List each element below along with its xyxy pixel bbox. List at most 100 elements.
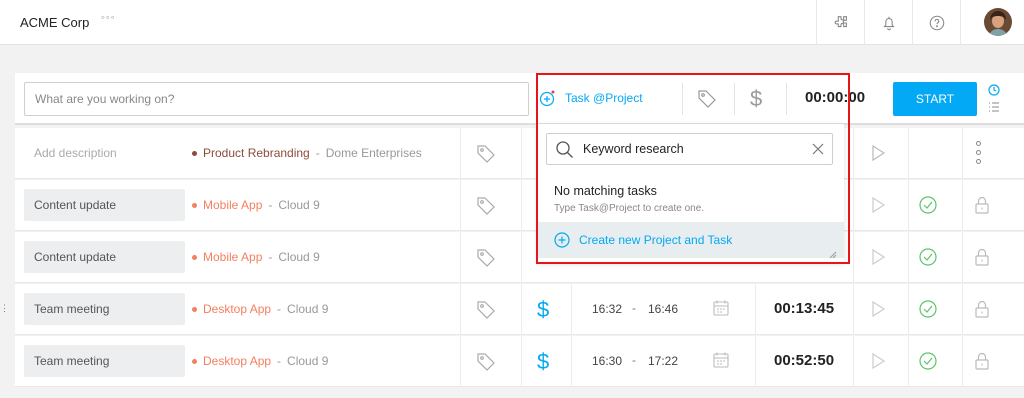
client-separator: - [268, 250, 273, 264]
divider [460, 336, 461, 387]
entry-duration[interactable]: 00:13:45 [774, 300, 834, 317]
date-picker-button[interactable] [712, 351, 730, 369]
start-button[interactable]: START [893, 82, 977, 116]
play-icon [872, 144, 886, 162]
lock-button[interactable] [973, 247, 991, 272]
lock-button[interactable] [973, 195, 991, 220]
divider [460, 232, 461, 283]
client-separator: - [277, 354, 282, 368]
billable-button[interactable]: $ [750, 86, 762, 112]
divider [682, 83, 683, 115]
entry-project[interactable]: Desktop App - Cloud 9 [192, 354, 328, 368]
entry-project[interactable]: Mobile App - Cloud 9 [192, 250, 320, 264]
tag-icon [477, 249, 495, 267]
workspace-name[interactable]: ACME Corp [20, 15, 89, 30]
divider [962, 180, 963, 231]
continue-button[interactable] [870, 248, 886, 271]
entry-project[interactable]: Desktop App - Cloud 9 [192, 302, 328, 316]
start-time[interactable]: 16:32 [592, 302, 622, 316]
sidebar-handle-icon[interactable]: ⋮ [0, 303, 9, 317]
time-separator: - [632, 301, 636, 315]
help-icon [929, 15, 944, 30]
check-circle-icon [919, 352, 937, 370]
billable-button[interactable]: $ [537, 297, 549, 323]
list-icon [989, 102, 999, 112]
close-icon[interactable] [811, 142, 825, 156]
end-time[interactable]: 17:22 [648, 354, 678, 368]
divider [786, 83, 787, 115]
entry-tag-button[interactable] [475, 299, 497, 321]
avatar[interactable] [984, 8, 1012, 36]
entry-tag-button[interactable] [475, 351, 497, 373]
tag-icon [477, 353, 495, 371]
no-match-hint: Type Task@Project to create one. [554, 203, 705, 214]
notifications-button[interactable] [864, 0, 912, 45]
description-input[interactable] [24, 82, 529, 116]
end-time[interactable]: 16:46 [648, 302, 678, 316]
lock-button[interactable] [973, 299, 991, 324]
continue-button[interactable] [870, 144, 886, 167]
approved-status[interactable] [918, 299, 938, 324]
add-project-icon [539, 90, 555, 107]
time-entry-row[interactable]: Team meeting Desktop App - Cloud 9 $ 16:… [15, 284, 1024, 335]
help-button[interactable] [912, 0, 960, 45]
time-entry-row[interactable]: Content update Mobile App - Cloud 9 [15, 180, 1024, 231]
divider [853, 336, 854, 387]
entry-description[interactable]: Team meeting [24, 345, 185, 377]
entry-tag-button[interactable] [475, 247, 497, 269]
continue-button[interactable] [870, 196, 886, 219]
project-color-dot [192, 306, 197, 312]
divider [908, 180, 909, 231]
divider [521, 180, 522, 231]
more-options-icon[interactable] [976, 141, 981, 164]
continue-button[interactable] [870, 352, 886, 375]
entry-tag-button[interactable] [475, 195, 497, 217]
tag-button[interactable] [696, 88, 718, 110]
approved-status[interactable] [918, 195, 938, 220]
entry-project[interactable]: Mobile App - Cloud 9 [192, 198, 320, 212]
integrations-button[interactable] [816, 0, 864, 45]
project-picker-button[interactable]: Task @Project [539, 89, 643, 107]
entry-description[interactable]: Team meeting [24, 293, 185, 325]
continue-button[interactable] [870, 300, 886, 323]
timer-mode-button[interactable] [988, 83, 1000, 101]
approved-status[interactable] [918, 247, 938, 272]
timer-display[interactable]: 00:00:00 [805, 89, 865, 106]
calendar-icon [713, 352, 729, 368]
entry-description[interactable]: Content update [24, 241, 185, 273]
create-project-task-button[interactable]: Create new Project and Task [538, 222, 844, 258]
entry-project[interactable]: Product Rebranding - Dome Enterprises [192, 146, 422, 160]
divider [521, 128, 522, 179]
play-icon [872, 352, 886, 370]
date-picker-button[interactable] [712, 299, 730, 317]
start-time[interactable]: 16:30 [592, 354, 622, 368]
client-separator: - [277, 302, 282, 316]
entry-tag-button[interactable] [475, 143, 497, 165]
time-entry-row[interactable]: Team meeting Desktop App - Cloud 9 $ 16:… [15, 336, 1024, 387]
time-separator: - [632, 353, 636, 367]
divider [571, 336, 572, 387]
play-icon [872, 196, 886, 214]
entry-description[interactable]: Add description [24, 137, 185, 169]
lock-button[interactable] [973, 351, 991, 376]
project-search-input[interactable] [583, 134, 803, 164]
divider [755, 336, 756, 387]
divider [908, 284, 909, 335]
approved-status[interactable] [918, 351, 938, 376]
billable-button[interactable]: $ [537, 349, 549, 375]
entry-duration[interactable]: 00:52:50 [774, 352, 834, 369]
entry-description[interactable]: Content update [24, 189, 185, 221]
resize-handle-icon[interactable] [827, 249, 837, 259]
project-name: Mobile App [203, 198, 263, 212]
project-color-dot [192, 202, 197, 208]
client-name: Cloud 9 [278, 198, 320, 212]
manual-mode-button[interactable] [988, 100, 1000, 118]
divider [908, 336, 909, 387]
time-entry-row[interactable]: Content update Mobile App - Cloud 9 [15, 232, 1024, 283]
more-options-icon[interactable]: ◦◦◦ [101, 12, 116, 24]
project-search-box[interactable] [546, 133, 833, 165]
client-name: Cloud 9 [278, 250, 320, 264]
divider [521, 284, 522, 335]
time-entry-row[interactable]: Add description Product Rebranding - Dom… [15, 128, 1024, 179]
play-icon [872, 300, 886, 318]
